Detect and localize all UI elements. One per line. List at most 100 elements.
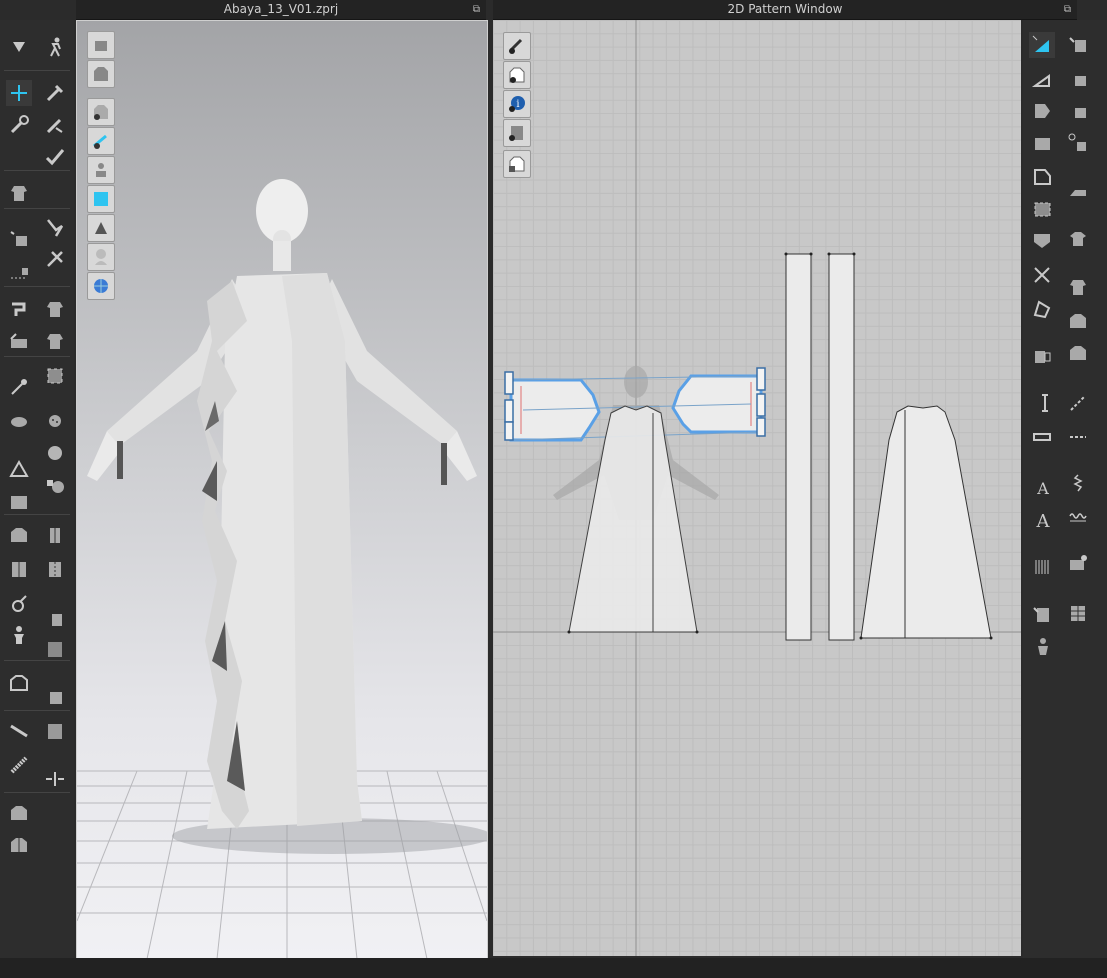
front-pattern bbox=[568, 405, 698, 633]
lock-pattern-icon[interactable] bbox=[503, 150, 531, 178]
grid-icon[interactable] bbox=[1029, 344, 1055, 370]
fold-line-icon[interactable] bbox=[1065, 424, 1091, 450]
buttonhole-icon[interactable] bbox=[42, 362, 68, 388]
fold-icon[interactable] bbox=[42, 144, 68, 170]
avatar-pose-icon[interactable] bbox=[42, 34, 68, 60]
ruler-tape-icon[interactable] bbox=[6, 752, 32, 778]
pin-icon[interactable] bbox=[42, 80, 68, 106]
hanger-icon[interactable] bbox=[6, 522, 32, 548]
annotation-icon[interactable] bbox=[1065, 308, 1091, 334]
needle-line-icon[interactable] bbox=[6, 718, 32, 744]
dart-icon[interactable] bbox=[1029, 130, 1055, 156]
shirt-grid-icon[interactable] bbox=[1065, 340, 1091, 366]
avatar-2d-icon[interactable] bbox=[1029, 634, 1055, 660]
trim-icon[interactable] bbox=[42, 408, 68, 434]
jacket-icon[interactable] bbox=[6, 800, 32, 826]
cut-icon[interactable] bbox=[1029, 164, 1055, 190]
gather-icon[interactable] bbox=[1029, 424, 1055, 450]
arrow-merge-icon[interactable] bbox=[42, 766, 68, 792]
viewport-2d[interactable]: i bbox=[493, 20, 1021, 956]
popout-icon[interactable]: ⧉ bbox=[473, 0, 480, 19]
symmetry-icon[interactable] bbox=[1029, 228, 1055, 254]
tape-icon[interactable] bbox=[6, 488, 32, 514]
fold-arrangement-icon[interactable] bbox=[42, 214, 68, 240]
wave-icon[interactable] bbox=[1065, 504, 1091, 530]
puckering-icon[interactable] bbox=[42, 472, 68, 498]
trace-icon[interactable] bbox=[1065, 130, 1091, 156]
measure-icon[interactable] bbox=[6, 328, 32, 354]
show-garment-2d-icon[interactable] bbox=[503, 61, 531, 89]
stitch-icon[interactable] bbox=[1065, 390, 1091, 416]
text-icon[interactable] bbox=[1029, 296, 1055, 322]
tack-icon[interactable] bbox=[42, 112, 68, 138]
sew-icon[interactable] bbox=[6, 296, 32, 322]
show-garment-icon[interactable] bbox=[87, 98, 115, 126]
pattern-graphic-icon[interactable] bbox=[6, 556, 32, 582]
ruffle-strip-2 bbox=[828, 253, 855, 641]
steam-icon[interactable] bbox=[6, 260, 32, 286]
select-move-icon[interactable] bbox=[6, 80, 32, 106]
shirt-size-icon[interactable] bbox=[6, 670, 32, 696]
info-icon[interactable]: i bbox=[503, 90, 531, 118]
polygon-icon[interactable] bbox=[1065, 66, 1091, 92]
garment-fit-icon[interactable] bbox=[42, 296, 68, 322]
show-pins-icon[interactable] bbox=[87, 127, 115, 155]
seam-allowance-icon[interactable] bbox=[1029, 390, 1055, 416]
svg-text:A: A bbox=[1036, 511, 1051, 530]
simulation-down-icon[interactable] bbox=[6, 34, 32, 60]
add-point-icon[interactable] bbox=[1029, 66, 1055, 92]
show-fabric-icon[interactable] bbox=[503, 119, 531, 147]
zipper-icon[interactable] bbox=[6, 408, 32, 434]
rectangle-icon[interactable] bbox=[1029, 98, 1055, 124]
segment-icon[interactable] bbox=[1065, 32, 1091, 58]
garment-view-icon[interactable] bbox=[87, 60, 115, 88]
show-tools-icon[interactable] bbox=[503, 32, 531, 60]
popout-icon[interactable]: ⧉ bbox=[1064, 0, 1071, 19]
text-a-icon[interactable]: A bbox=[1029, 474, 1055, 500]
layout-grid-icon[interactable] bbox=[1065, 600, 1091, 626]
viewport-3d[interactable] bbox=[76, 20, 488, 960]
edit-curvature-icon[interactable] bbox=[6, 180, 32, 206]
internal-polygon-icon[interactable] bbox=[1065, 98, 1091, 124]
globe-render-icon[interactable] bbox=[87, 272, 115, 300]
fabric-block-icon[interactable] bbox=[42, 684, 68, 710]
texture-block-icon[interactable] bbox=[42, 718, 68, 744]
camera-add-icon[interactable] bbox=[1065, 550, 1091, 576]
avatar-silhouette-icon[interactable] bbox=[87, 243, 115, 271]
fabric-icon[interactable] bbox=[6, 374, 32, 400]
jacket-alt-icon[interactable] bbox=[6, 832, 32, 858]
right-toolbar: A A bbox=[1023, 20, 1107, 978]
status-bar bbox=[0, 958, 1107, 978]
select-points-icon[interactable] bbox=[42, 246, 68, 272]
ruler-icon[interactable] bbox=[1065, 274, 1091, 300]
button-icon[interactable] bbox=[42, 328, 68, 354]
pattern-stack-icon[interactable] bbox=[1029, 602, 1055, 628]
window-3d-titlebar: Abaya_13_V01.zprj ⧉ bbox=[76, 0, 486, 20]
spring-icon[interactable] bbox=[1065, 470, 1091, 496]
iron-icon[interactable] bbox=[6, 590, 32, 616]
transform-2d-icon[interactable] bbox=[1029, 32, 1055, 58]
roll-icon[interactable] bbox=[42, 522, 68, 548]
left-toolbar bbox=[0, 20, 74, 978]
flat-cloth-icon[interactable] bbox=[42, 636, 68, 662]
grading-icon[interactable] bbox=[1029, 262, 1055, 288]
ruffle-strip-1 bbox=[785, 253, 812, 641]
annotation-a-icon[interactable]: A bbox=[1029, 506, 1055, 532]
show-avatar-icon[interactable] bbox=[87, 156, 115, 184]
svg-text:A: A bbox=[1036, 479, 1049, 498]
surface-view-icon[interactable] bbox=[87, 185, 115, 213]
arrange-icon[interactable] bbox=[6, 226, 32, 252]
iron-2d-icon[interactable] bbox=[1065, 178, 1091, 204]
offset-icon[interactable] bbox=[1029, 196, 1055, 222]
transform-pattern-icon[interactable] bbox=[6, 112, 32, 138]
texture-view-icon[interactable] bbox=[87, 31, 115, 59]
shirring-icon[interactable] bbox=[42, 606, 68, 632]
solidify-icon[interactable] bbox=[42, 556, 68, 582]
svg-text:i: i bbox=[516, 99, 519, 110]
barcode-icon[interactable] bbox=[1029, 554, 1055, 580]
avatar-figure-icon[interactable] bbox=[6, 622, 32, 648]
tshirt-icon[interactable] bbox=[1065, 226, 1091, 252]
layer-icon[interactable] bbox=[42, 440, 68, 466]
topstitch-icon[interactable] bbox=[6, 456, 32, 482]
thickness-icon[interactable] bbox=[87, 214, 115, 242]
